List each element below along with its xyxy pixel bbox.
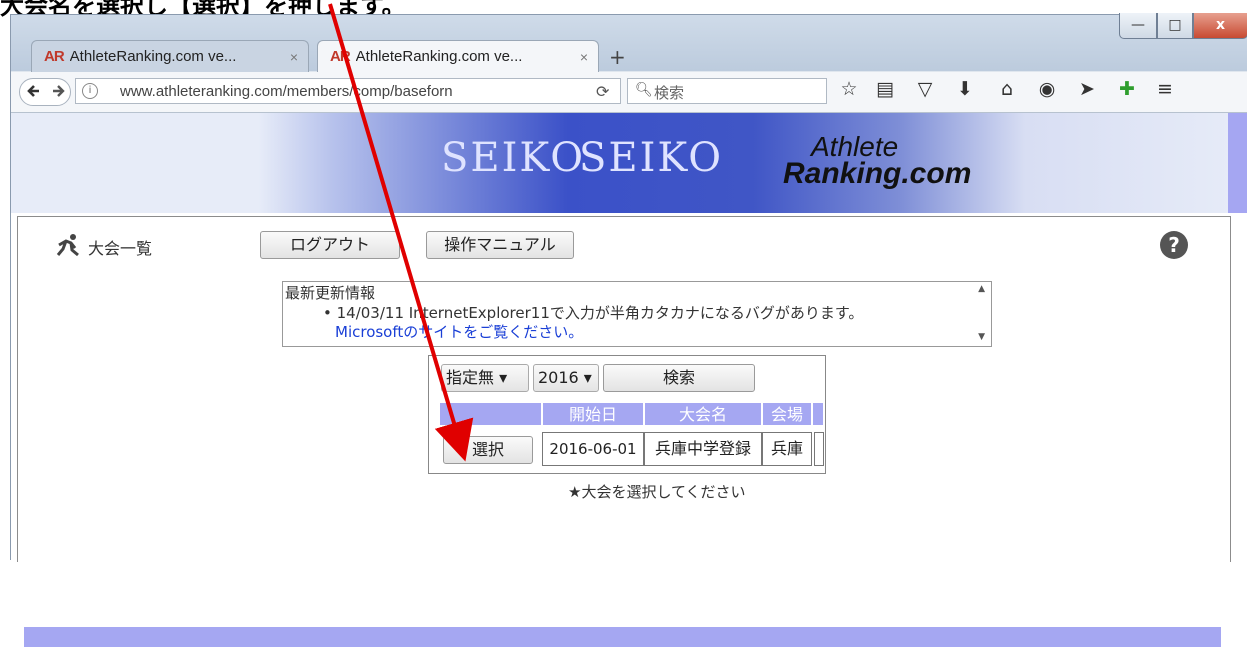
send-icon[interactable]: ➤ — [1075, 78, 1099, 100]
table-header: 大会名 — [644, 402, 762, 426]
news-link[interactable]: Microsoftのサイトをご覧ください。 — [335, 321, 583, 342]
banner-edge — [1228, 113, 1247, 213]
tab-title: AthleteRanking.com ve... — [355, 48, 523, 65]
forward-arrow-icon[interactable] — [50, 80, 66, 108]
hint-text: ★大会を選択してください — [568, 483, 746, 501]
menu-icon[interactable]: ≡ — [1153, 78, 1177, 100]
table-cell-start-date: 2016-06-01 — [542, 432, 644, 466]
news-item-text: 14/03/11 InternetExplorer11で入力が半角カタカナになる… — [336, 304, 864, 322]
competition-table: 指定無 ▾ 2016 ▾ 検索 開始日 大会名 会場 選択 2016-06-01… — [428, 355, 826, 474]
footer-bar — [24, 627, 1221, 647]
close-window-button[interactable]: x — [1193, 13, 1247, 39]
new-tab-button[interactable]: + — [609, 45, 626, 69]
logout-button[interactable]: ログアウト — [260, 231, 400, 259]
category-select-value: 指定無 — [446, 368, 495, 387]
tab-title: AthleteRanking.com ve... — [69, 48, 237, 65]
search-button[interactable]: 検索 — [603, 364, 755, 392]
home-icon[interactable]: ⌂ — [995, 78, 1019, 100]
news-title: 最新更新情報 — [285, 284, 376, 302]
search-input[interactable]: 🔍︎ 検索 — [627, 78, 827, 104]
help-icon[interactable]: ? — [1160, 231, 1188, 259]
download-icon[interactable]: ⬇ — [953, 78, 977, 100]
maximize-button[interactable]: □ — [1157, 13, 1193, 39]
table-cell-name: 兵庫中学登録 — [644, 432, 762, 466]
back-forward-group — [19, 78, 71, 106]
reload-icon[interactable]: ⟳ — [596, 82, 609, 101]
news-box[interactable]: 最新更新情報 • 14/03/11 InternetExplorer11で入力が… — [282, 281, 992, 347]
reader-icon[interactable]: ▤ — [873, 78, 897, 100]
browser-window: — □ x AR AthleteRanking.com ve... × AR A… — [10, 13, 1247, 647]
ar-favicon-icon: AR — [44, 48, 65, 65]
table-header: 会場 — [762, 402, 812, 426]
tab-close-icon[interactable]: × — [290, 49, 298, 65]
main-frame: 大会一覧 ログアウト 操作マニュアル ? 最新更新情報 • 14/03/11 I… — [17, 216, 1231, 647]
minimize-button[interactable]: — — [1119, 13, 1157, 39]
table-header: 開始日 — [542, 402, 644, 426]
page-content: SEIKO SEIKO Athlete Ranking.com 大会一覧 ログア… — [11, 113, 1247, 647]
ar-favicon-icon: AR — [330, 48, 351, 65]
pocket-icon[interactable]: ▽ — [913, 78, 937, 100]
select-button[interactable]: 選択 — [443, 436, 533, 464]
url-text[interactable]: www.athleteranking.com/members/comp/base… — [120, 83, 453, 100]
table-header — [439, 402, 542, 426]
logo-text-ranking: Ranking.com — [783, 157, 972, 190]
search-placeholder: 検索 — [654, 84, 685, 102]
site-logo[interactable]: Athlete Ranking.com — [781, 131, 972, 203]
star-icon[interactable]: ☆ — [837, 78, 861, 100]
news-item: • 14/03/11 InternetExplorer11で入力が半角カタカナに… — [323, 304, 864, 322]
section-title: 大会一覧 — [88, 239, 153, 258]
table-header — [812, 402, 824, 426]
category-select[interactable]: 指定無 ▾ — [441, 364, 529, 392]
banner-sponsor-text: SEIKO — [579, 135, 724, 181]
site-banner: SEIKO SEIKO Athlete Ranking.com — [11, 113, 1247, 213]
navigation-bar: i www.athleteranking.com/members/comp/ba… — [11, 72, 1247, 113]
puzzle-icon[interactable]: ✚ — [1115, 78, 1139, 100]
search-icon: 🔍︎ — [635, 82, 653, 98]
manual-button[interactable]: 操作マニュアル — [426, 231, 574, 259]
address-bar[interactable]: i www.athleteranking.com/members/comp/ba… — [75, 78, 621, 104]
chat-icon[interactable]: ◉ — [1035, 78, 1059, 100]
back-arrow-icon[interactable] — [23, 80, 47, 102]
scroll-up-icon[interactable]: ▲ — [978, 284, 985, 294]
table-cell-extra — [814, 432, 824, 466]
title-bar: — □ x AR AthleteRanking.com ve... × AR A… — [11, 13, 1247, 72]
tab-close-icon[interactable]: × — [580, 49, 588, 65]
table-cell-venue: 兵庫 — [762, 432, 812, 466]
browser-tab-2-active[interactable]: AR AthleteRanking.com ve... × — [317, 40, 599, 72]
scroll-down-icon[interactable]: ▼ — [978, 332, 985, 342]
year-select-value: 2016 — [538, 368, 579, 387]
year-select[interactable]: 2016 ▾ — [533, 364, 599, 392]
runner-icon — [56, 233, 82, 263]
info-icon[interactable]: i — [82, 83, 98, 99]
browser-tab-1[interactable]: AR AthleteRanking.com ve... × — [31, 40, 309, 72]
banner-sponsor-text: SEIKO — [441, 135, 586, 181]
